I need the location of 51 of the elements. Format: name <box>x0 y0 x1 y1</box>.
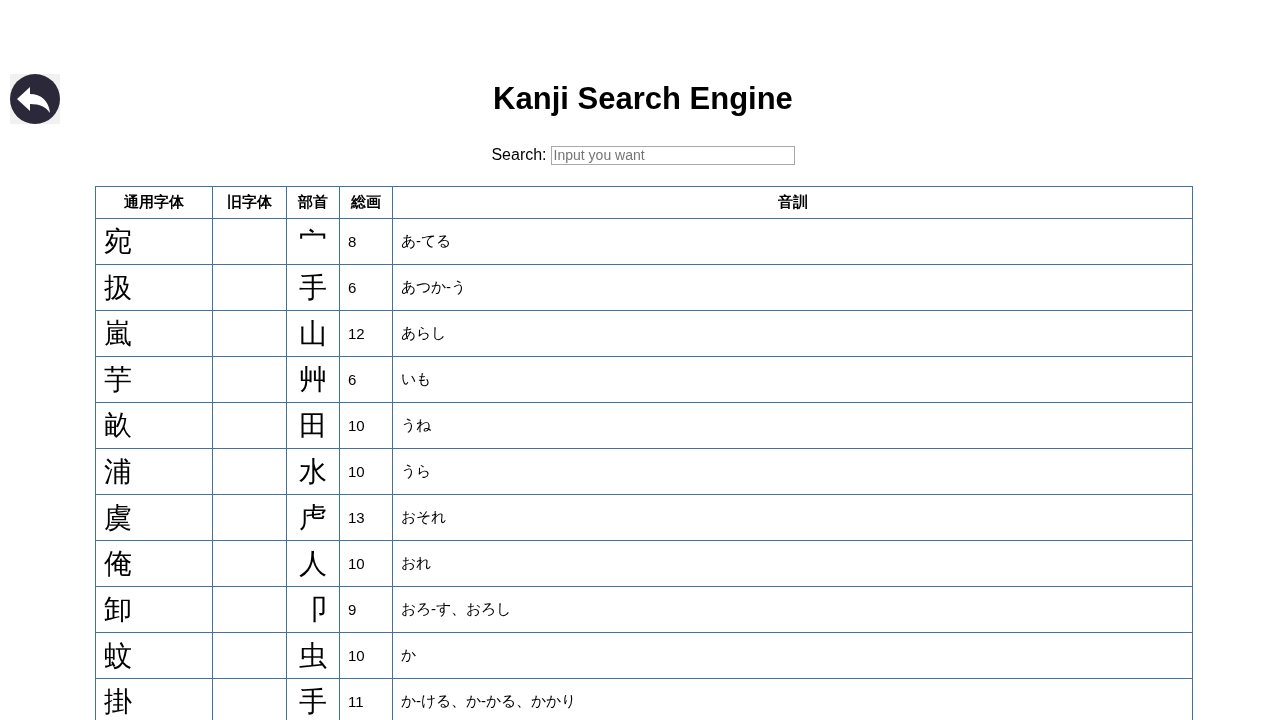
table-cell: 芋 <box>95 356 213 403</box>
table-cell: 掛 <box>95 678 213 720</box>
column-header: 部首 <box>286 186 340 219</box>
table-cell: 宀 <box>286 218 340 265</box>
table-cell: 10 <box>339 448 393 495</box>
table-cell: 田 <box>286 402 340 449</box>
table-cell: うね <box>392 402 1193 449</box>
table-cell: あつか-う <box>392 264 1193 311</box>
table-cell: 水 <box>286 448 340 495</box>
table-cell: 6 <box>339 264 393 311</box>
table-cell: 卸 <box>95 586 213 633</box>
table-cell: 10 <box>339 632 393 679</box>
table-cell: 宛 <box>95 218 213 265</box>
back-button[interactable] <box>10 74 60 124</box>
table-cell: 9 <box>339 586 393 633</box>
table-cell: 嵐 <box>95 310 213 357</box>
table-cell: 艸 <box>286 356 340 403</box>
table-cell: 蚊 <box>95 632 213 679</box>
search-label: Search: <box>491 145 547 165</box>
search-field[interactable]: Input you want <box>550 145 795 165</box>
table-cell: 12 <box>339 310 393 357</box>
table-cell: おれ <box>392 540 1193 587</box>
table-cell: いも <box>392 356 1193 403</box>
page-title: Kanji Search Engine <box>492 80 793 118</box>
table-cell: 6 <box>339 356 393 403</box>
table-cell: 山 <box>286 310 340 357</box>
column-header: 総画 <box>339 186 393 219</box>
table-cell: 俺 <box>95 540 213 587</box>
table-cell: 虫 <box>286 632 340 679</box>
table-cell: か <box>392 632 1193 679</box>
table-cell: 13 <box>339 494 393 541</box>
table-cell: おそれ <box>392 494 1193 541</box>
table-cell: 虞 <box>95 494 213 541</box>
table-cell: 浦 <box>95 448 213 495</box>
table-cell: あらし <box>392 310 1193 357</box>
table-cell: うら <box>392 448 1193 495</box>
table-cell: おろ-す、おろし <box>392 586 1193 633</box>
table-cell: 虍 <box>286 494 340 541</box>
column-header: 旧字体 <box>212 186 287 219</box>
table-cell: 卩 <box>286 586 340 633</box>
back-icon <box>10 74 60 124</box>
table-cell: 扱 <box>95 264 213 311</box>
table-cell: 人 <box>286 540 340 587</box>
table-cell: 10 <box>339 402 393 449</box>
table-cell: あ-てる <box>392 218 1193 265</box>
table-cell: 畝 <box>95 402 213 449</box>
table-cell: 手 <box>286 264 340 311</box>
column-header: 音訓 <box>392 186 1193 219</box>
column-header: 通用字体 <box>95 186 213 219</box>
table-cell: 10 <box>339 540 393 587</box>
table-cell: 8 <box>339 218 393 265</box>
